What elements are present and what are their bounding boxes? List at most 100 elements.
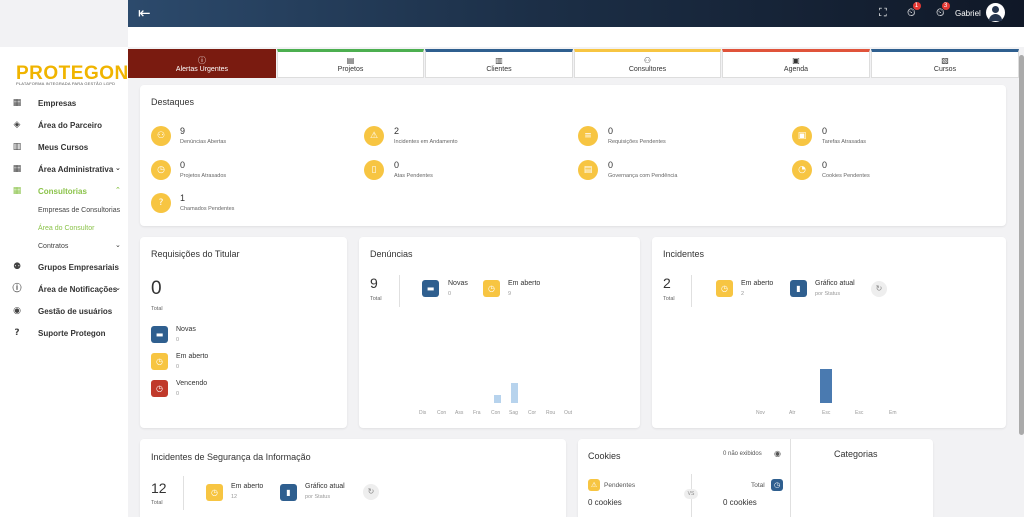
complaints-open-label: Em aberto [508, 280, 541, 287]
inbox-icon: ▬ [422, 280, 439, 297]
security-title: Incidentes de Segurança da Informação [151, 452, 311, 462]
highlight-count: 0 [822, 160, 828, 170]
tab-projetos[interactable]: ▤ Projetos [277, 49, 424, 78]
clock-icon: ◷ [771, 479, 783, 491]
tab-cursos[interactable]: ▧ Cursos [871, 49, 1019, 78]
complaints-total: 9 [370, 275, 378, 291]
sidebar-item-usuarios[interactable]: ◉ Gestão de usuários [0, 304, 128, 320]
image-icon: ▧ [941, 56, 949, 65]
alert-icon: ⓘ [198, 56, 206, 65]
requests-open-label: Em aberto [176, 353, 209, 360]
month-tick: Con [437, 410, 447, 416]
security-open-label: Em aberto [231, 483, 264, 490]
category-tick: Nov [756, 410, 765, 416]
chart-bar [511, 383, 518, 403]
divider [691, 275, 692, 307]
cookies-title: Cookies [588, 451, 621, 461]
sidebar-item-notificacoes[interactable]: ⓘ Área de Notificações ⌄ [0, 282, 128, 298]
bar-chart-icon: ▮ [790, 280, 807, 297]
requests-due-label: Vencendo [176, 380, 208, 387]
chevron-down-icon: ⌄ [115, 164, 121, 172]
incidents-chart-sub: por Status [815, 291, 841, 297]
highlight-label[interactable]: Tarefas Atrasadas [822, 139, 866, 145]
avatar[interactable] [986, 3, 1005, 22]
sidebar-item-suporte[interactable]: ? Suporte Protegon [0, 326, 128, 342]
calendar-icon: ▣ [792, 126, 812, 146]
fullscreen-icon[interactable]: ⛶ [879, 6, 887, 20]
warning-icon: ⚠ [588, 479, 600, 491]
sidebar-item-consultorias[interactable]: ▦ Consultorias ⌃ [0, 184, 128, 200]
top-bar: ⇤ ⛶ ⏲ 1 ⏲ 3 Gabriel [128, 0, 1024, 27]
security-chart-sub: por Status [305, 494, 331, 500]
users-icon: ⚇ [151, 126, 171, 146]
sidebar-item-parceiro[interactable]: ◈ Área do Parceiro [0, 118, 128, 134]
highlight-label[interactable]: Incidentes em Andamento [394, 139, 458, 145]
tab-clientes[interactable]: ▥ Clientes [425, 49, 573, 78]
highlight-count: 9 [180, 126, 186, 136]
highlight-label[interactable]: Chamados Pendentes [180, 206, 234, 212]
requests-card: Requisições do Titular 0 Total ▬ Novas 0… [140, 237, 347, 428]
requests-new-label: Novas [176, 326, 196, 333]
grid-icon: ▦ [12, 186, 22, 196]
category-tick: Atr [789, 410, 796, 416]
sidebar-subitem-area-consultor[interactable]: Área do Consultor [38, 225, 94, 232]
chevron-down-icon: ⌄ [115, 284, 121, 292]
sidebar-item-grupos[interactable]: ⚉ Grupos Empresariais [0, 260, 128, 276]
user-name[interactable]: Gabriel [955, 9, 981, 18]
help-icon: ? [151, 193, 171, 213]
sidebar: PROTEGON PLATAFORMA INTEGRADA PARA GESTÃ… [0, 47, 128, 517]
sidebar-item-admin[interactable]: ▦ Área Administrativa ⌄ [0, 162, 128, 178]
users-icon: ⚇ [643, 56, 652, 65]
alerts-icon[interactable]: ⏲ 3 [936, 2, 950, 20]
versus-badge: VS [684, 489, 698, 499]
alerts-badge: 3 [941, 2, 950, 10]
highlight-label[interactable]: Cookies Pendentes [822, 173, 870, 179]
requests-title: Requisições do Titular [151, 249, 240, 259]
highlight-count: 0 [822, 126, 828, 136]
notification-badge: 1 [912, 2, 921, 10]
sidebar-item-cursos[interactable]: ▥ Meus Cursos [0, 140, 128, 156]
month-tick: Sag [509, 410, 518, 416]
highlights-title: Destaques [151, 97, 195, 107]
category-tick: Em [889, 410, 897, 416]
divider [790, 439, 791, 517]
security-incidents-card: Incidentes de Segurança da Informação 12… [140, 439, 566, 517]
tab-agenda[interactable]: ▣ Agenda [722, 49, 870, 78]
list-icon: ≡ [578, 126, 598, 146]
chart-bar [494, 395, 501, 403]
sidebar-item-empresas[interactable]: ▦ Empresas [0, 96, 128, 112]
building-icon: ▦ [12, 164, 22, 174]
refresh-icon[interactable]: ↻ [363, 484, 379, 500]
month-tick: Cor [528, 410, 537, 416]
category-tick: Esc [822, 410, 831, 416]
month-tick: Ass [455, 410, 464, 416]
complaints-total-label: Total [370, 296, 382, 302]
cookies-total-value: 0 cookies [723, 498, 757, 507]
highlight-label[interactable]: Projetos Atrasados [180, 173, 226, 179]
sub-header [128, 27, 1024, 47]
inbox-icon: ▬ [151, 326, 168, 343]
calendar-icon: ▤ [346, 56, 355, 65]
highlight-count: 0 [394, 160, 400, 170]
collapse-sidebar-icon[interactable]: ⇤ [138, 4, 151, 22]
tab-alertas[interactable]: ⓘ Alertas Urgentes [128, 49, 276, 78]
highlight-label[interactable]: Requisições Pendentes [608, 139, 666, 145]
month-tick: Out [564, 410, 573, 416]
incidents-total-label: Total [663, 296, 675, 302]
sidebar-subitem-empresas-consultorias[interactable]: Empresas de Consultorias [38, 207, 120, 214]
complaints-open-value: 9 [508, 291, 512, 297]
notification-icon[interactable]: ⏲ 1 [907, 2, 921, 20]
chart-bar [820, 369, 832, 403]
scrollbar[interactable] [1019, 55, 1024, 435]
document-icon: ▤ [578, 160, 598, 180]
refresh-icon[interactable]: ↻ [871, 281, 887, 297]
highlight-label[interactable]: Governança com Pendência [608, 173, 677, 179]
highlight-count: 0 [608, 126, 614, 136]
eye-off-icon[interactable]: ◉ [774, 449, 781, 458]
chevron-up-icon: ⌃ [115, 186, 121, 194]
sidebar-subitem-contratos[interactable]: Contratos [38, 243, 68, 250]
tab-consultores[interactable]: ⚇ Consultores [574, 49, 721, 78]
highlight-label[interactable]: Denúncias Abertas [180, 139, 226, 145]
highlight-label[interactable]: Atas Pendentes [394, 173, 433, 179]
book-icon: ▥ [12, 142, 22, 152]
